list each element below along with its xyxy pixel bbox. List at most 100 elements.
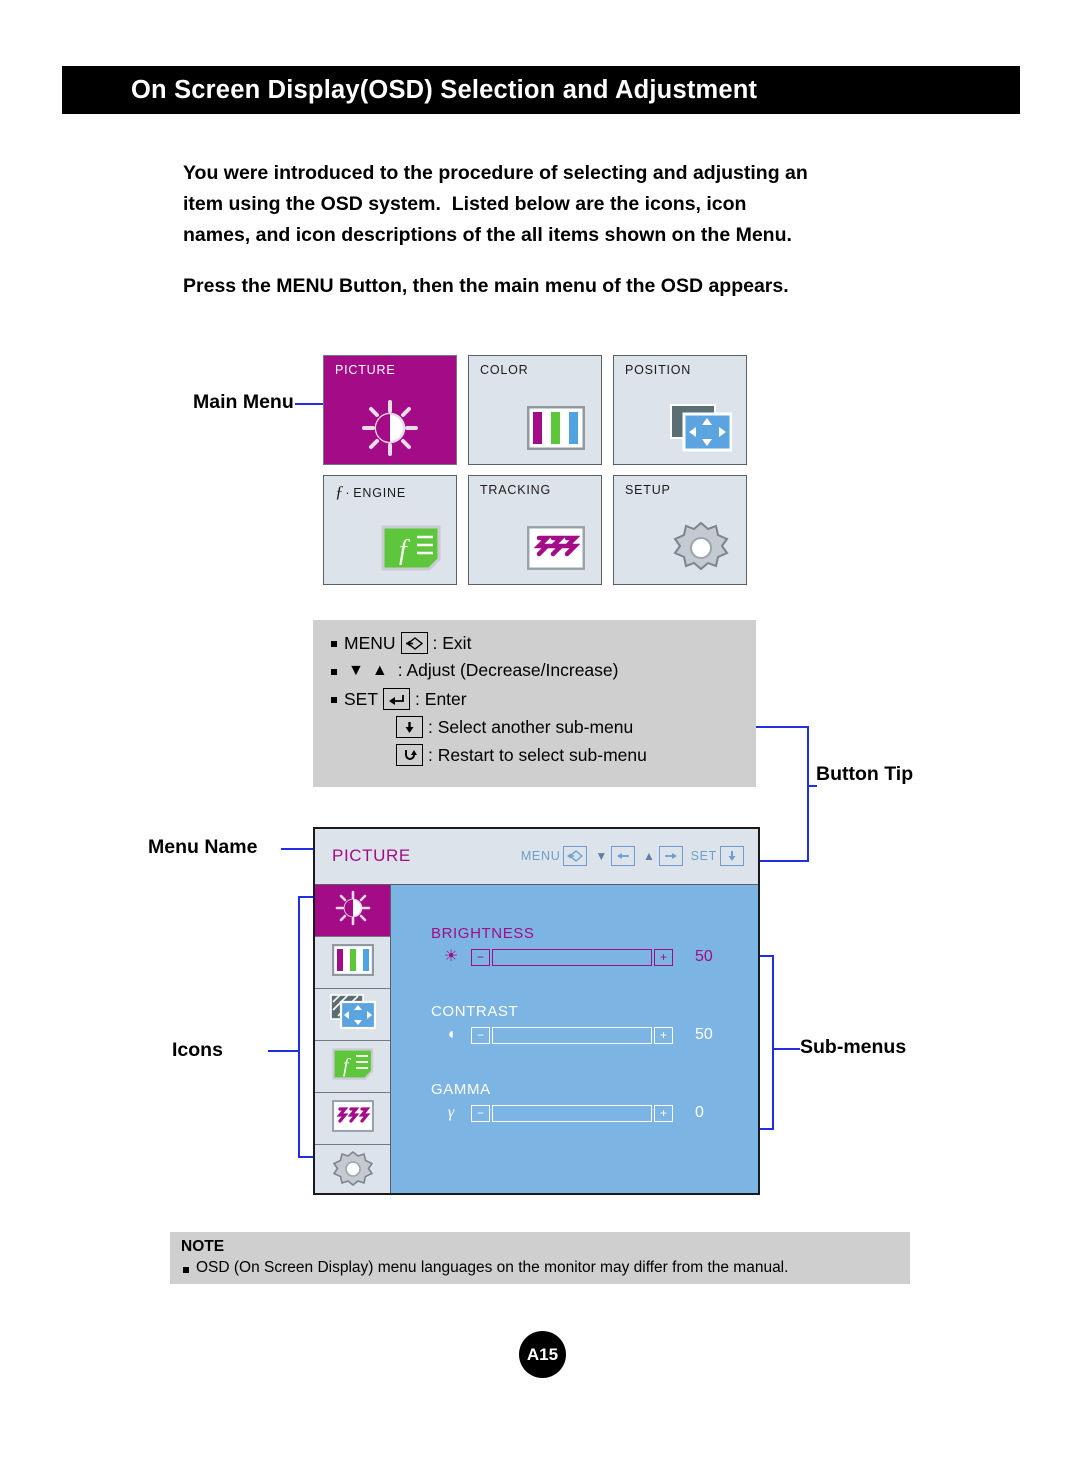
connector-main-menu (295, 403, 323, 405)
tile-label-engine-text: ENGINE (353, 486, 407, 500)
osd-key-label-menu: MENU (520, 849, 561, 863)
exit-diamond-icon (400, 632, 428, 654)
osd-submenu-brightness[interactable]: BRIGHTNESS ☀ − + 50 (431, 925, 731, 968)
slider-value-gamma: 0 (695, 1104, 704, 1121)
bullet-icon (331, 697, 337, 703)
tip-line-adjust: ▼ ▲ : Adjust (Decrease/Increase) (331, 660, 618, 681)
connector-tip-top-arm (756, 726, 809, 728)
tip-line-enter: SET : Enter (331, 688, 467, 710)
position-arrows-icon (329, 994, 376, 1035)
exit-arrow-icon (563, 846, 588, 866)
osd-key-label-set: SET (690, 849, 717, 863)
enter-return-icon (383, 688, 411, 710)
osd-submenu-contrast[interactable]: CONTRAST ◖ − + 50 (431, 1003, 731, 1046)
decrease-button-contrast[interactable]: − (471, 1026, 490, 1044)
osd-key-decrease[interactable]: ▼ (595, 846, 635, 866)
osd-rail-item-tracking[interactable] (315, 1093, 390, 1145)
main-menu-tile-f-engine[interactable]: ƒ · ENGINE f (323, 475, 457, 585)
osd-icon-rail: f (315, 885, 391, 1193)
sun-icon: ☀ (443, 948, 459, 965)
decrease-button-gamma[interactable]: − (471, 1104, 490, 1122)
color-bars-icon (519, 398, 593, 458)
main-menu-tile-position[interactable]: POSITION (613, 355, 747, 465)
tile-label-setup: SETUP (625, 483, 671, 497)
callout-icons: Icons (172, 1039, 223, 1061)
f-engine-card-icon: f (374, 518, 448, 578)
osd-key-menu[interactable]: MENU (521, 846, 588, 866)
main-menu-tile-tracking[interactable]: TRACKING (468, 475, 602, 585)
tip-prefix-menu: MENU (344, 632, 396, 653)
tile-label-picture: PICTURE (335, 363, 396, 377)
tip-suffix-adjust: : Adjust (Decrease/Increase) (397, 660, 619, 680)
connector-tip-stub (807, 785, 817, 787)
down-triangle-icon: ▼ (595, 849, 608, 863)
connector-menu-name (281, 848, 313, 850)
left-arrow-icon (611, 846, 635, 866)
intro-line-2: item using the OSD system. Listed below … (183, 193, 747, 215)
osd-key-increase[interactable]: ▲ (643, 846, 683, 866)
tip-line-exit: MENU : Exit (331, 632, 471, 654)
osd-rail-item-position[interactable] (315, 989, 390, 1041)
tile-label-position: POSITION (625, 363, 692, 377)
gamma-icon: γ (447, 1104, 455, 1121)
note-box: NOTE OSD (On Screen Display) menu langua… (170, 1232, 910, 1284)
f-engine-card-icon: f (331, 1048, 374, 1085)
main-menu-tile-picture[interactable]: PICTURE (323, 355, 457, 465)
submenu-title-brightness: BRIGHTNESS (431, 925, 535, 942)
up-triangle-icon: ▲ (371, 661, 388, 679)
decrease-button-brightness[interactable]: − (471, 948, 490, 966)
tip-line-restart-submenu: : Restart to select sub-menu (391, 744, 647, 766)
gear-icon (332, 1150, 373, 1193)
half-moon-icon: ◖ (446, 1026, 456, 1043)
tip-suffix-exit: : Exit (432, 632, 472, 653)
main-menu-tile-setup[interactable]: SETUP (613, 475, 747, 585)
tile-label-tracking: TRACKING (480, 483, 551, 497)
callout-menu-name: Menu Name (148, 836, 258, 858)
connector-icons-bottom-arm (298, 1156, 314, 1158)
tip-line-select-submenu: : Select another sub-menu (391, 716, 633, 738)
osd-key-legend: MENU ▼ ▲ SET (521, 846, 744, 866)
button-tip-box: MENU : Exit ▼ ▲ : Adjust (Decrease/Incre… (313, 620, 756, 787)
tile-label-color: COLOR (480, 363, 529, 377)
main-menu-tile-color[interactable]: COLOR (468, 355, 602, 465)
osd-rail-item-color[interactable] (315, 937, 390, 989)
page-title: On Screen Display(OSD) Selection and Adj… (131, 75, 758, 104)
connector-tip-bottom-arm (756, 860, 809, 862)
osd-rail-item-setup[interactable] (315, 1145, 390, 1197)
submenu-row-gamma: γ − + 0 (431, 1102, 731, 1124)
osd-key-set[interactable]: SET (691, 846, 744, 866)
osd-submenu-gamma[interactable]: GAMMA γ − + 0 (431, 1081, 731, 1124)
slider-value-contrast: 50 (695, 1026, 713, 1043)
main-menu-grid: PICTURE COLOR POSITION ƒ · ENGINE f TRAC… (323, 355, 748, 585)
brightness-sun-icon (334, 890, 372, 931)
increase-button-brightness[interactable]: + (654, 948, 673, 966)
increase-button-contrast[interactable]: + (654, 1026, 673, 1044)
connector-tip-spine (807, 726, 809, 862)
tip-prefix-set: SET (344, 688, 379, 709)
slider-track-contrast[interactable] (492, 1026, 652, 1044)
bullet-icon (331, 668, 337, 675)
slider-track-gamma[interactable] (492, 1104, 652, 1122)
callout-sub-menus: Sub-menus (800, 1036, 907, 1058)
osd-submenu-area: BRIGHTNESS ☀ − + 50 CONTRAST ◖ − + 50 GA… (391, 885, 758, 1193)
increase-button-gamma[interactable]: + (654, 1104, 673, 1122)
submenu-row-contrast: ◖ − + 50 (431, 1024, 731, 1046)
dot-glyph: · (345, 486, 351, 500)
f-italic-glyph: ƒ (335, 482, 345, 501)
slider-track-brightness[interactable] (492, 948, 652, 966)
osd-panel: PICTURE MENU ▼ ▲ SET f BRIGHTNESS ☀ − + … (313, 827, 760, 1195)
right-arrow-icon (658, 846, 683, 866)
tip-suffix-select-submenu: : Select another sub-menu (428, 716, 634, 737)
osd-rail-item-f-engine[interactable]: f (315, 1041, 390, 1093)
bullet-icon (183, 1267, 189, 1273)
osd-rail-item-picture[interactable] (315, 885, 390, 937)
tracking-waves-icon (331, 1099, 374, 1137)
up-triangle-icon: ▲ (643, 849, 656, 863)
note-text: OSD (On Screen Display) menu languages o… (196, 1259, 789, 1276)
connector-icons-top-arm (298, 896, 314, 898)
intro-paragraph: You were introduced to the procedure of … (183, 158, 923, 251)
connector-submenus-stub (772, 1048, 800, 1050)
submenu-row-brightness: ☀ − + 50 (431, 946, 731, 968)
slider-value-brightness: 50 (695, 948, 713, 965)
page-number-badge: A15 (519, 1331, 566, 1378)
